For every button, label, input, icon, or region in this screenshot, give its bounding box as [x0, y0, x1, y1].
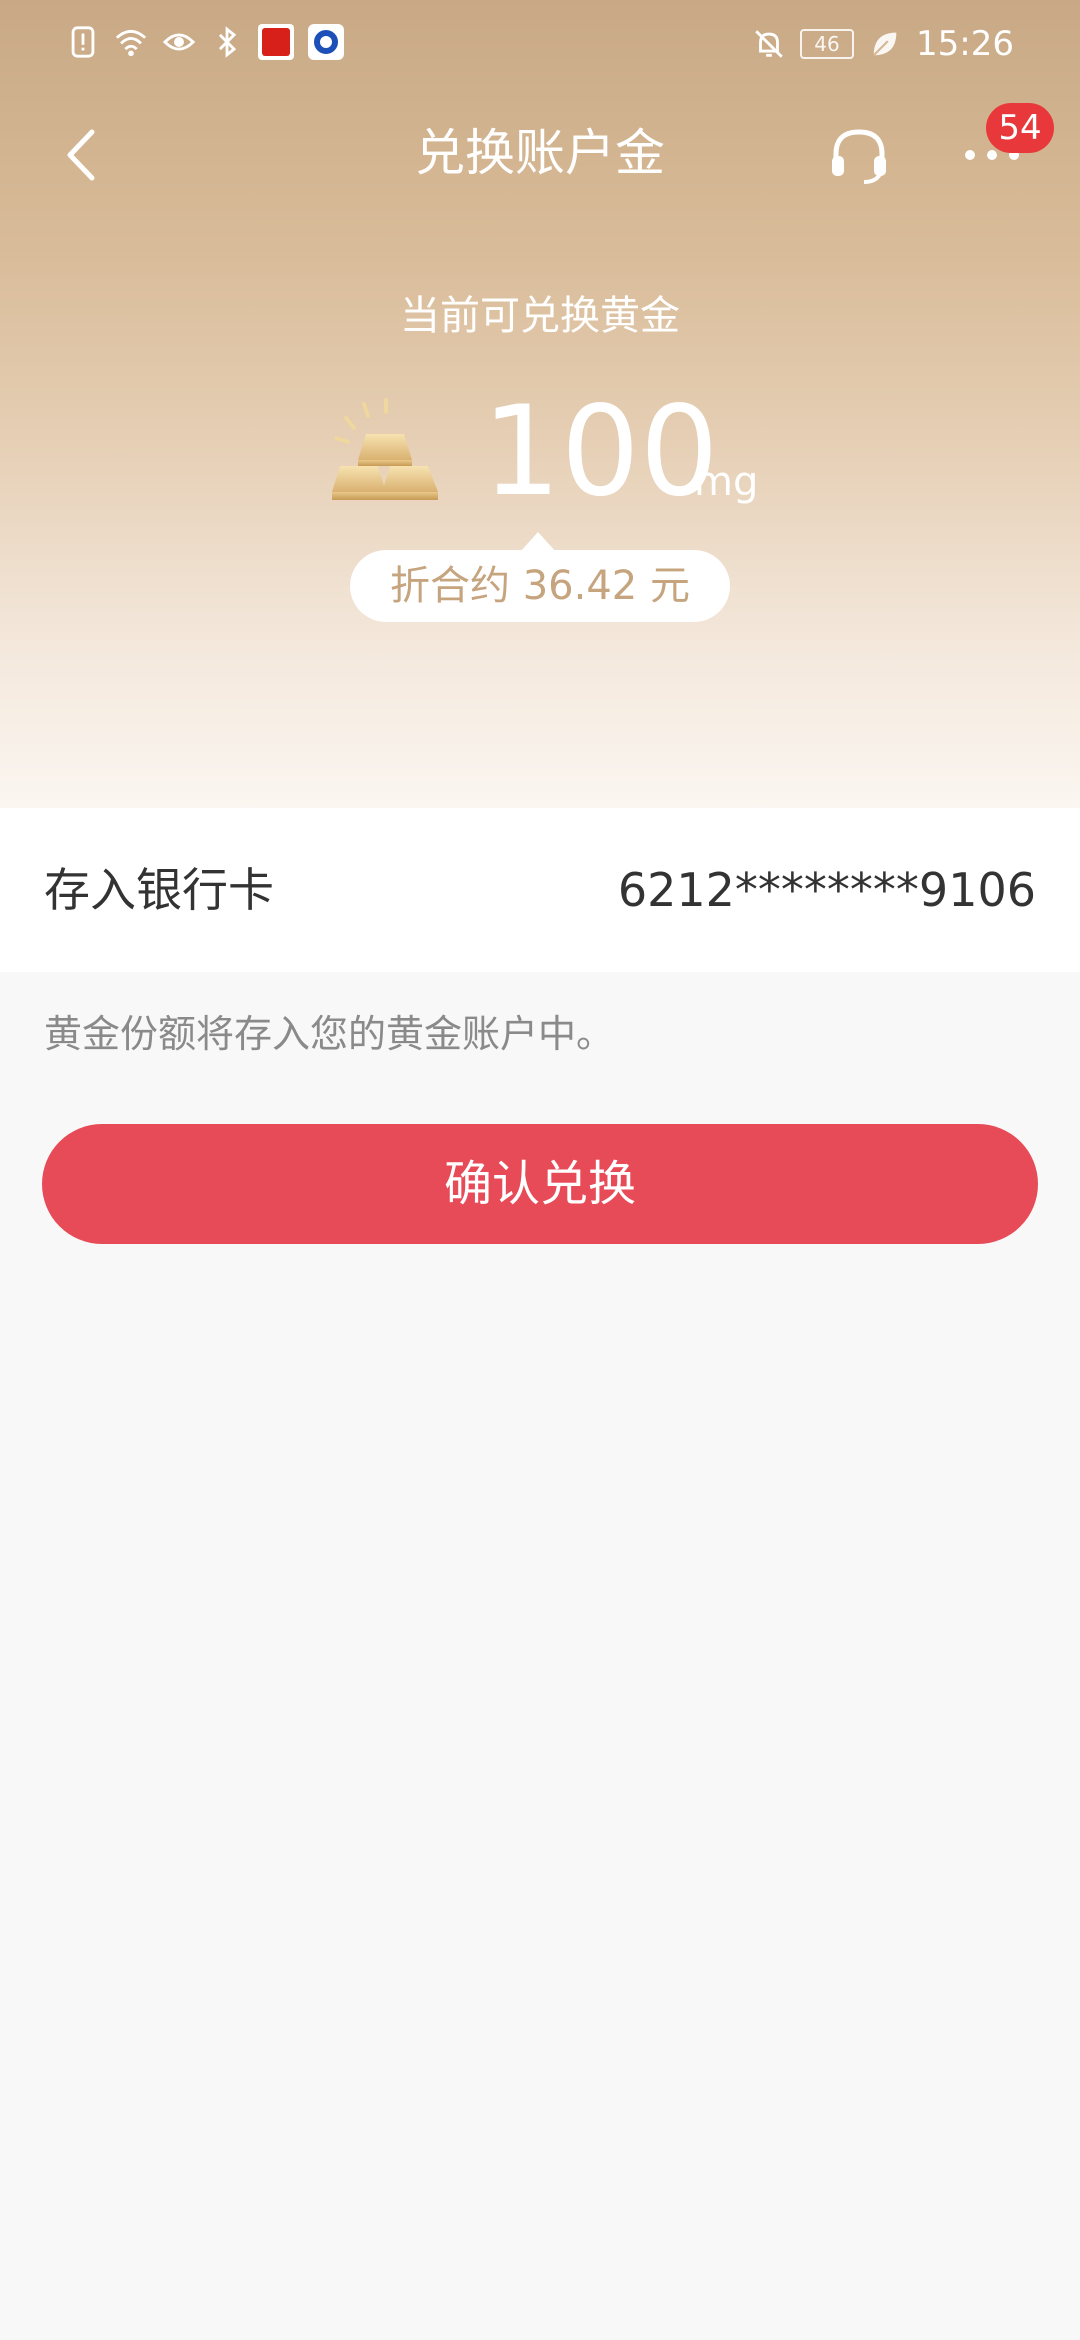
pill-pointer	[520, 532, 556, 552]
deposit-label: 存入银行卡	[44, 863, 274, 917]
gold-unit: mg	[694, 459, 759, 505]
status-icons-left	[66, 24, 344, 60]
blue-app-icon	[308, 24, 344, 60]
bank-card-number: 6212********9106	[617, 863, 1036, 917]
headset-icon	[832, 129, 886, 184]
sim-alert-icon	[66, 25, 100, 59]
red-app-icon	[258, 24, 294, 60]
confirm-exchange-button[interactable]: 确认兑换	[42, 1124, 1038, 1244]
page-title: 兑换账户金	[415, 124, 665, 182]
battery-icon: 46	[800, 29, 855, 59]
status-time: 15:26	[916, 24, 1014, 64]
gold-amount: 100	[482, 380, 719, 524]
deposit-hint: 黄金份额将存入您的黄金账户中。	[44, 1012, 615, 1056]
gold-bars-icon	[328, 390, 446, 508]
deposit-card-row[interactable]: 存入银行卡 6212********9106	[0, 808, 1080, 972]
customer-service-button[interactable]	[826, 122, 892, 188]
status-icons-right: 46 15:26	[752, 24, 1014, 64]
status-bar: 46 15:26	[0, 0, 1080, 90]
equivalent-value-badge: 折合约 36.42 元	[350, 550, 730, 622]
wifi-icon	[114, 25, 148, 59]
available-gold-label: 当前可兑换黄金	[400, 293, 680, 339]
bluetooth-icon	[210, 25, 244, 59]
notification-badge: 54	[986, 103, 1054, 153]
leaf-icon	[868, 27, 902, 61]
bell-off-icon	[752, 27, 786, 61]
eye-icon	[162, 25, 196, 59]
